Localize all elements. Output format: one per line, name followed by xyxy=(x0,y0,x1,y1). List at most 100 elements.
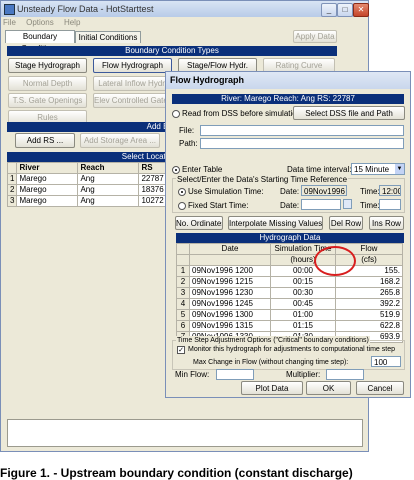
hydrograph-table: Date Simulation Time Flow (hours) (cfs) … xyxy=(176,243,403,343)
read-dss-radio[interactable] xyxy=(172,110,180,118)
table-row[interactable]: 2 09Nov1996 1215 00:15 168.2 xyxy=(176,276,403,288)
date-cell[interactable]: 09Nov1996 1245 xyxy=(189,298,271,310)
ok-button[interactable]: OK xyxy=(306,381,351,395)
sim-time-input[interactable]: 12:00 xyxy=(379,185,401,196)
close-icon[interactable]: ✕ xyxy=(353,3,369,17)
file-input[interactable] xyxy=(200,125,404,136)
menu-help[interactable]: Help xyxy=(64,18,80,27)
table-row[interactable]: 3 Marego Ang 10272 xyxy=(6,195,185,207)
path-input[interactable] xyxy=(200,138,404,149)
reach-cell[interactable]: Ang xyxy=(77,184,140,196)
col-river-header: River xyxy=(16,162,79,174)
bottom-panel xyxy=(7,419,363,447)
flow-cell[interactable]: 392.2 xyxy=(335,298,403,310)
date-cell[interactable]: 09Nov1996 1200 xyxy=(189,265,271,277)
flow-cell[interactable]: 168.2 xyxy=(335,276,403,288)
maximize-icon[interactable]: □ xyxy=(337,3,353,17)
no-ordinates-button[interactable]: No. Ordinates xyxy=(175,216,223,230)
dialog-title: Flow Hydrograph xyxy=(166,72,410,89)
ins-row-button[interactable]: Ins Row xyxy=(369,216,404,230)
hyd-corner-header xyxy=(176,243,190,255)
fixed-time-input[interactable] xyxy=(379,199,401,210)
add-storage-area-button[interactable]: Add Storage Area ... xyxy=(80,133,160,148)
fixed-date-input[interactable] xyxy=(301,199,341,210)
interval-value: 15 Minute xyxy=(354,165,390,174)
del-row-button[interactable]: Del Row xyxy=(329,216,363,230)
menu-options[interactable]: Options xyxy=(26,18,54,27)
table-row[interactable]: 3 09Nov1996 1230 00:30 265.8 xyxy=(176,287,403,299)
main-title: Unsteady Flow Data - HotStarttest xyxy=(17,4,154,14)
location-header: River: Marego Reach: Ang RS: 22787 xyxy=(172,94,404,104)
select-dss-button[interactable]: Select DSS file and Path xyxy=(293,106,405,120)
reach-cell[interactable]: Ang xyxy=(77,173,140,185)
use-simulation-time-label: Use Simulation Time: xyxy=(188,187,264,196)
date-cell[interactable]: 09Nov1996 1300 xyxy=(189,309,271,321)
flow-cell[interactable]: 265.8 xyxy=(335,287,403,299)
multiplier-input[interactable] xyxy=(326,369,364,380)
flow-hydrograph-button[interactable]: Flow Hydrograph xyxy=(93,58,172,73)
col-date-header: Date xyxy=(189,243,271,255)
table-row[interactable]: 2 Marego Ang 18376 xyxy=(6,184,185,196)
enter-table-radio[interactable] xyxy=(172,166,180,174)
read-dss-label: Read from DSS before simulation xyxy=(182,109,302,118)
river-cell[interactable]: Marego xyxy=(16,195,79,207)
enter-table-label: Enter Table xyxy=(182,165,223,174)
row-number: 5 xyxy=(176,309,190,321)
table-row[interactable]: 6 09Nov1996 1315 01:15 622.8 xyxy=(176,320,403,332)
reach-cell[interactable]: Ang xyxy=(77,195,140,207)
calendar-icon[interactable] xyxy=(343,199,352,209)
chevron-down-icon[interactable]: ▼ xyxy=(395,164,404,174)
multiplier-label: Multiplier: xyxy=(286,370,321,379)
time-step-adjustment-group: Time Step Adjustment Options ("Critical"… xyxy=(172,336,405,370)
main-title-bar: Unsteady Flow Data - HotStarttest _ □ ✕ xyxy=(1,1,369,17)
date-units xyxy=(189,254,271,266)
row-number: 1 xyxy=(6,173,18,185)
menu-file[interactable]: File xyxy=(3,18,16,27)
plot-data-button[interactable]: Plot Data xyxy=(241,381,303,395)
time-reference-group: Select/Enter the Data's Starting Time Re… xyxy=(172,175,405,213)
ts-gate-openings-button[interactable]: T.S. Gate Openings xyxy=(8,93,87,108)
simtime-cell[interactable]: 00:45 xyxy=(270,298,336,310)
interval-select[interactable]: 15 Minute ▼ xyxy=(351,163,405,175)
table-row[interactable]: 1 09Nov1996 1200 00:00 155. xyxy=(176,265,403,277)
add-rs-button[interactable]: Add RS ... xyxy=(15,133,75,148)
river-cell[interactable]: Marego xyxy=(16,184,79,196)
cancel-button[interactable]: Cancel xyxy=(356,381,404,395)
stage-hydrograph-button[interactable]: Stage Hydrograph xyxy=(8,58,87,73)
row-number: 6 xyxy=(176,320,190,332)
min-flow-input[interactable] xyxy=(216,369,254,380)
flow-cell[interactable]: 622.8 xyxy=(335,320,403,332)
table-row[interactable]: 5 09Nov1996 1300 01:00 519.9 xyxy=(176,309,403,321)
flow-cell[interactable]: 519.9 xyxy=(335,309,403,321)
simtime-cell[interactable]: 01:00 xyxy=(270,309,336,321)
locations-table: River Reach RS 1 Marego Ang 22787 2 Mare… xyxy=(6,162,185,207)
simtime-cell[interactable]: 00:15 xyxy=(270,276,336,288)
lateral-inflow-button[interactable]: Lateral Inflow Hydr. xyxy=(93,76,172,91)
tab-initial-conditions[interactable]: Initial Conditions xyxy=(75,31,141,43)
sim-date-input[interactable]: 09Nov1996 xyxy=(301,185,347,196)
elev-controlled-gates-button[interactable]: Elev Controlled Gates xyxy=(93,93,172,108)
table-row[interactable]: 1 Marego Ang 22787 xyxy=(6,173,185,185)
simtime-cell[interactable]: 01:15 xyxy=(270,320,336,332)
interval-label: Data time interval: xyxy=(287,165,352,174)
max-change-input[interactable]: 100 xyxy=(371,356,401,367)
date-cell[interactable]: 09Nov1996 1230 xyxy=(189,287,271,299)
use-simulation-time-radio[interactable] xyxy=(178,188,186,196)
path-label: Path: xyxy=(179,139,198,148)
simtime-cell[interactable]: 00:30 xyxy=(270,287,336,299)
normal-depth-button[interactable]: Normal Depth xyxy=(8,76,87,91)
units-corner xyxy=(176,254,190,266)
monitor-checkbox[interactable]: ✓ xyxy=(177,346,185,354)
interpolate-button[interactable]: Interpolate Missing Values xyxy=(228,216,323,230)
table-row[interactable]: 4 09Nov1996 1245 00:45 392.2 xyxy=(176,298,403,310)
tab-boundary-conditions[interactable]: Boundary Conditions xyxy=(5,30,75,53)
apply-data-button[interactable]: Apply Data xyxy=(293,30,337,43)
fixed-start-radio[interactable] xyxy=(178,202,186,210)
hydrograph-data-header: Hydrograph Data xyxy=(176,233,404,243)
sim-date-label: Date: xyxy=(280,187,300,196)
date-cell[interactable]: 09Nov1996 1215 xyxy=(189,276,271,288)
river-cell[interactable]: Marego xyxy=(16,173,79,185)
date-cell[interactable]: 09Nov1996 1315 xyxy=(189,320,271,332)
sim-time-value: 12:00 xyxy=(382,187,401,196)
minimize-icon[interactable]: _ xyxy=(321,3,337,17)
